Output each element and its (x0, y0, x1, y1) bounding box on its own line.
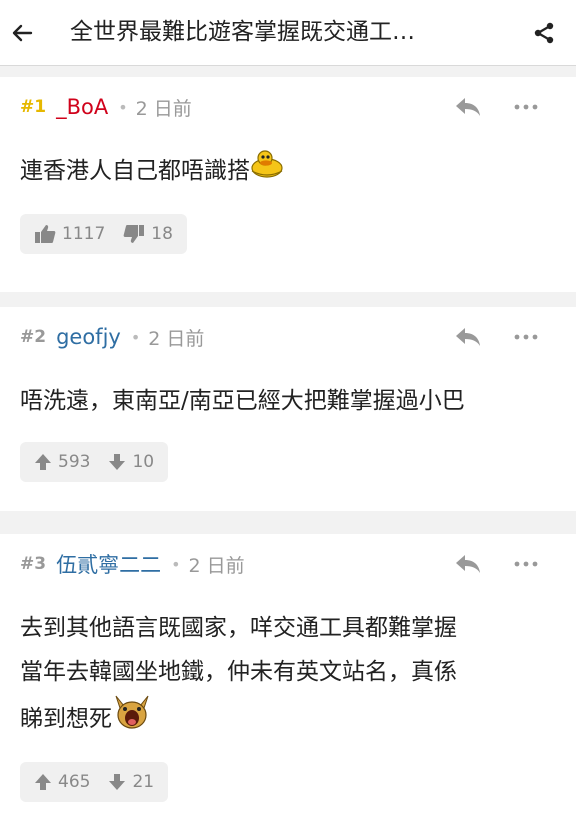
more-button[interactable] (510, 91, 542, 123)
upvote-count: 593 (58, 452, 91, 472)
vote-bar: 593 10 (20, 442, 169, 482)
more-horizontal-icon (514, 561, 538, 567)
screaming-emoji-icon (112, 694, 152, 745)
separator-dot: • (171, 554, 181, 574)
post-content: 去到其他語言既國家，咩交通工具都難掌握 當年去韓國坐地鐵，仲未有英文站名，真係 … (20, 606, 560, 745)
post-text-line: 當年去韓國坐地鐵，仲未有英文站名，真係 (20, 659, 457, 685)
downvote-count: 10 (132, 452, 155, 472)
vote-bar: 1117 18 (20, 214, 187, 254)
more-button[interactable] (510, 548, 542, 580)
floor-number: #1 (20, 97, 47, 117)
username-link[interactable]: _BoA (56, 95, 108, 119)
arrow-down-icon (109, 454, 126, 470)
more-button[interactable] (510, 321, 542, 353)
post-header: #2 geofjy • 2 日前 (20, 307, 204, 367)
post-text-line: 睇到想死 (20, 706, 112, 732)
page-title: 全世界最難比遊客掌握既交通工… (70, 19, 415, 45)
downvote-button[interactable]: 10 (108, 452, 154, 472)
top-bar: 全世界最難比遊客掌握既交通工… (0, 0, 576, 66)
comment-post: #1 _BoA • 2 日前 連香港人自己都唔識搭 1117 18 (0, 77, 576, 292)
reply-button[interactable] (452, 91, 484, 123)
post-content: 連香港人自己都唔識搭 (20, 149, 560, 194)
post-text: 唔洗遠，東南亞/南亞已經大把難掌握過小巴 (20, 388, 465, 414)
more-horizontal-icon (514, 104, 538, 110)
upvote-count: 465 (58, 772, 91, 792)
arrow-up-icon (35, 454, 51, 470)
downvote-button[interactable]: 18 (123, 224, 173, 244)
downvote-count: 18 (151, 224, 173, 244)
reply-icon (456, 328, 480, 346)
duck-emoji-icon (250, 149, 284, 194)
username-link[interactable]: geofjy (56, 325, 121, 349)
post-time: 2 日前 (148, 327, 205, 350)
separator-dot: • (130, 327, 141, 347)
floor-number: #3 (20, 554, 47, 574)
post-text-line: 去到其他語言既國家，咩交通工具都難掌握 (20, 615, 457, 641)
reply-icon (456, 98, 480, 116)
comment-post: #2 geofjy • 2 日前 唔洗遠，東南亞/南亞已經大把難掌握過小巴 59… (0, 307, 576, 511)
vote-bar: 465 21 (20, 762, 169, 802)
arrow-up-icon (35, 774, 51, 790)
post-content: 唔洗遠，東南亞/南亞已經大把難掌握過小巴 (20, 379, 560, 423)
downvote-button[interactable]: 21 (108, 772, 154, 792)
post-time: 2 日前 (135, 97, 192, 120)
floor-number: #2 (20, 327, 47, 347)
reply-button[interactable] (452, 321, 484, 353)
share-button[interactable] (526, 15, 562, 51)
separator-dot: • (118, 97, 128, 117)
arrow-left-icon (12, 24, 33, 42)
post-text: 連香港人自己都唔識搭 (20, 158, 250, 184)
thumbs-up-icon (35, 225, 56, 243)
username-link[interactable]: 伍貳寧二二 (56, 549, 161, 579)
arrow-down-icon (109, 774, 126, 790)
reply-button[interactable] (452, 548, 484, 580)
downvote-count: 21 (132, 772, 155, 792)
reply-icon (456, 555, 480, 573)
back-button[interactable] (0, 11, 44, 55)
comment-post: #3 伍貳寧二二 • 2 日前 去到其他語言既國家，咩交通工具都難掌握 當年去韓… (0, 534, 576, 824)
post-header: #3 伍貳寧二二 • 2 日前 (20, 534, 245, 594)
thumbs-down-icon (123, 225, 145, 243)
upvote-count: 1117 (62, 224, 106, 244)
share-icon (534, 22, 554, 44)
more-horizontal-icon (514, 334, 538, 340)
upvote-button[interactable]: 465 (34, 772, 90, 792)
upvote-button[interactable]: 1117 (34, 224, 105, 244)
post-time: 2 日前 (188, 554, 245, 577)
upvote-button[interactable]: 593 (34, 452, 90, 472)
post-header: #1 _BoA • 2 日前 (20, 77, 192, 137)
